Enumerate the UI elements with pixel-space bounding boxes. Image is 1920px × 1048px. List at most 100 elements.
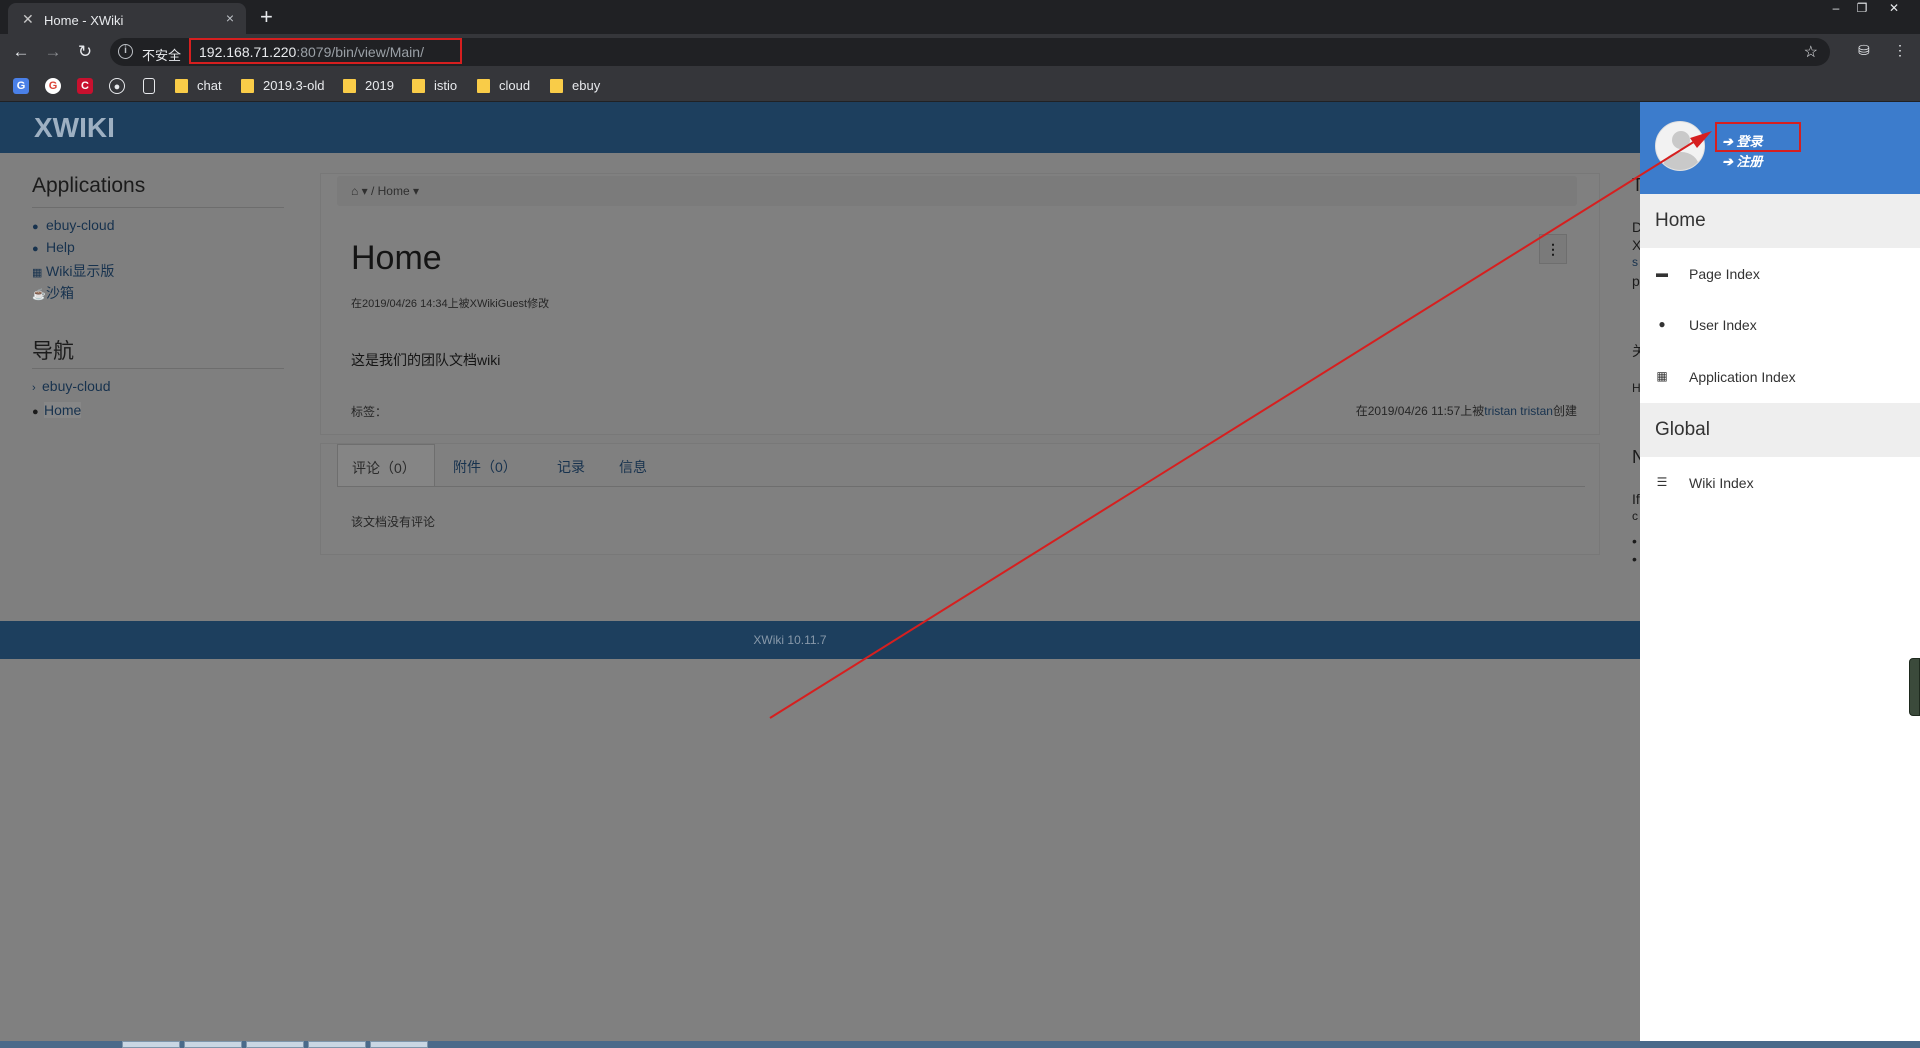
arrow-left-icon[interactable]: ←: [10, 41, 32, 63]
new-tab-button[interactable]: +: [260, 4, 273, 30]
app-link-sandbox[interactable]: ☕沙箱: [32, 283, 74, 303]
created-suffix: 创建: [1552, 404, 1577, 418]
divider: [337, 486, 1585, 487]
app-link-wiki[interactable]: ▦ Wiki显示版: [32, 261, 114, 281]
divider: [32, 207, 284, 208]
reload-icon[interactable]: ↻: [74, 41, 96, 63]
tags-label: 标签：: [351, 405, 388, 419]
translate-icon[interactable]: G: [13, 78, 29, 94]
question-icon: ●: [32, 243, 39, 255]
nav-link-ebuy-cloud[interactable]: › ebuy-cloud: [32, 378, 111, 394]
restore-button[interactable]: ❐: [1848, 0, 1876, 20]
no-comments-text: 该文档没有评论: [351, 515, 436, 529]
extension-icon[interactable]: ⛁: [1858, 42, 1870, 59]
minimize-button[interactable]: –: [1822, 0, 1850, 20]
star-icon[interactable]: ☆: [1804, 42, 1818, 62]
modified-info: 在2019/04/26 14:34上被XWikiGuest修改: [351, 298, 550, 310]
login-link[interactable]: ➔ 登录: [1722, 131, 1763, 150]
taskbar-item[interactable]: [370, 1041, 428, 1048]
page-title: Home: [351, 239, 442, 277]
bookmark-istio[interactable]: istio: [412, 78, 457, 93]
created-info: 在2019/04/26 11:57上被tristan tristan创建: [1356, 402, 1577, 419]
bookmark-ebuy[interactable]: ebuy: [550, 78, 600, 93]
drawer-item-application-index[interactable]: ▦ Application Index: [1640, 353, 1920, 403]
applications-heading: Applications: [32, 174, 146, 197]
app-link-label: Help: [46, 239, 75, 255]
sign-in-icon: ➔: [1722, 154, 1737, 169]
nav-link-home[interactable]: ● Home: [32, 402, 82, 418]
bookmark-2019-3-old[interactable]: 2019.3-old: [241, 78, 324, 93]
bookmarks-bar: G G C ● chat 2019.3-old 2019 istio cloud…: [0, 70, 1920, 102]
bookmark-chat[interactable]: chat: [175, 78, 222, 93]
user-icon: ●: [1658, 317, 1666, 331]
breadcrumb-home[interactable]: Home: [378, 184, 410, 198]
google-icon[interactable]: G: [45, 78, 61, 94]
drawer-section-global[interactable]: Global: [1640, 403, 1920, 457]
bookmark-cloud[interactable]: cloud: [477, 78, 530, 93]
grid-icon: ▦: [32, 267, 43, 279]
globe-icon: ●: [32, 221, 39, 233]
browser-toolbar: ← → ↻ i 不安全 192.168.71.220:8079/bin/view…: [0, 34, 1920, 70]
menu-icon[interactable]: ⋮: [1893, 42, 1907, 59]
tab-information[interactable]: 信息: [619, 444, 647, 486]
right-panel-text: If: [1632, 491, 1640, 507]
close-window-button[interactable]: ✕: [1880, 0, 1908, 20]
right-panel-text: p: [1632, 273, 1640, 289]
security-label[interactable]: 不安全: [142, 45, 181, 64]
register-link[interactable]: ➔ 注册: [1722, 151, 1763, 170]
xwiki-logo[interactable]: XWIKI: [34, 112, 115, 144]
avatar[interactable]: [1655, 121, 1705, 171]
drawer-item-label: User Index: [1689, 317, 1757, 333]
app-link-label: Wiki显示版: [46, 263, 115, 279]
divider: [32, 368, 284, 369]
drawer-item-wiki-index[interactable]: ☰ Wiki Index: [1640, 459, 1920, 509]
address-bar[interactable]: i 不安全 192.168.71.220:8079/bin/view/Main/…: [110, 38, 1830, 66]
page-menu-button[interactable]: ⋮: [1539, 234, 1567, 264]
drawer-item-page-index[interactable]: ▬ Page Index: [1640, 250, 1920, 300]
app-link-ebuy-cloud[interactable]: ● ebuy-cloud: [32, 217, 115, 233]
browser-tab[interactable]: ✕ Home - XWiki ×: [8, 3, 246, 34]
drawer-item-user-index[interactable]: ● User Index: [1640, 301, 1920, 351]
drawer-item-label: Application Index: [1689, 369, 1796, 385]
arrow-right-icon[interactable]: →: [42, 41, 64, 63]
home-icon[interactable]: ⌂ ▾: [351, 184, 368, 198]
right-panel-bullet: •: [1632, 551, 1637, 567]
document-panel: ⌂ ▾ / Home ▾ Home 在2019/04/26 14:34上被XWi…: [320, 173, 1600, 435]
drawer-item-label: Page Index: [1689, 266, 1760, 282]
tab-close-icon[interactable]: ×: [226, 10, 234, 26]
tab-attachments[interactable]: 附件（0）: [453, 444, 517, 486]
app-link-help[interactable]: ● Help: [32, 239, 75, 255]
navigation-drawer: ➔ 登录 ➔ 注册 Home ▬ Page Index ● User Index ▦…: [1640, 102, 1920, 1041]
dot-icon: ●: [32, 406, 39, 418]
csdn-icon[interactable]: C: [77, 78, 93, 94]
taskbar-item[interactable]: [246, 1041, 304, 1048]
chevron-right-icon: ›: [32, 382, 36, 394]
creator-link[interactable]: tristan tristan: [1484, 404, 1553, 418]
taskbar-item[interactable]: [184, 1041, 242, 1048]
page-icon[interactable]: [143, 78, 155, 94]
drawer-header: ➔ 登录 ➔ 注册: [1640, 102, 1920, 194]
taskbar-item[interactable]: [122, 1041, 180, 1048]
avatar-body: [1663, 152, 1699, 170]
url-path: :8079/bin/view/Main/: [296, 44, 424, 60]
url-text[interactable]: 192.168.71.220:8079/bin/view/Main/: [199, 44, 424, 60]
scroll-handle[interactable]: [1909, 658, 1920, 716]
sign-in-icon: ➔: [1722, 134, 1737, 149]
tab-comments[interactable]: 评论（0）: [337, 444, 435, 486]
info-icon[interactable]: i: [118, 44, 133, 59]
taskbar-item[interactable]: [308, 1041, 366, 1048]
xwiki-footer: XWiki 10.11.7: [0, 621, 1920, 659]
navigation-heading: 导航: [32, 340, 74, 363]
drawer-section-home[interactable]: Home: [1640, 194, 1920, 248]
xwiki-page: XWIKI Applications ● ebuy-cloud ● Help ▦ Wi…: [0, 102, 1920, 1041]
app-link-label: ebuy-cloud: [46, 217, 115, 233]
created-prefix: 在2019/04/26 11:57上被: [1355, 404, 1485, 418]
page-body: 这是我们的团队文档wiki: [351, 352, 501, 368]
github-icon[interactable]: ●: [109, 78, 125, 94]
tab-history[interactable]: 记录: [557, 444, 585, 486]
breadcrumb: ⌂ ▾ / Home ▾: [337, 176, 1577, 206]
browser-tab-strip: ✕ Home - XWiki × + – ❐ ✕: [0, 0, 1920, 34]
bookmark-2019[interactable]: 2019: [343, 78, 394, 93]
right-panel-link[interactable]: s: [1632, 255, 1638, 269]
nav-link-label: Home: [44, 402, 82, 418]
